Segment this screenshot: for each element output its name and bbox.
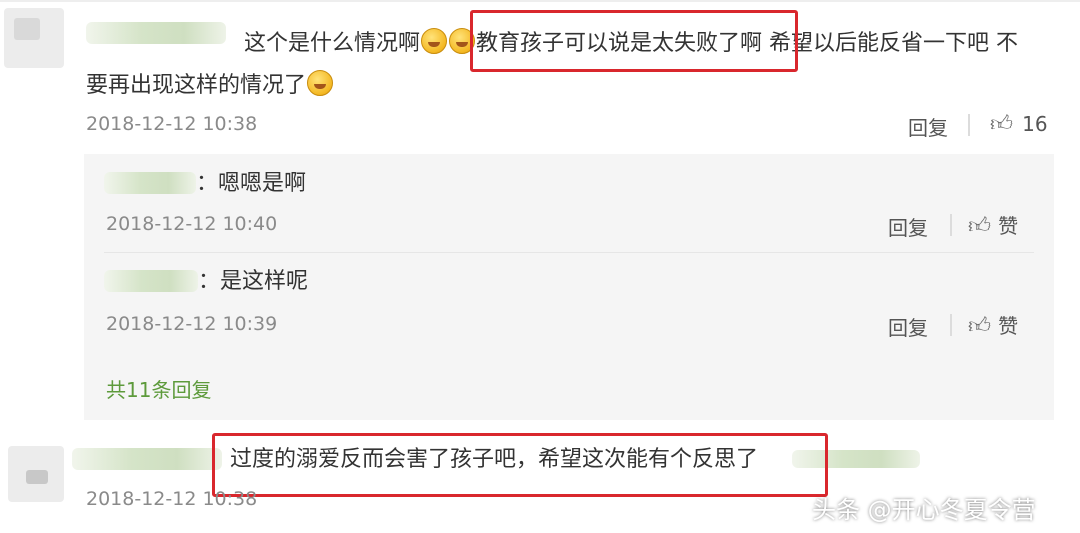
reply-text: ：嗯嗯是啊	[196, 171, 307, 196]
reply-reply-button[interactable]: 回复	[888, 312, 928, 341]
reply-username-blurred[interactable]	[104, 270, 198, 292]
reply-like-button[interactable]: 👍︎ 赞	[968, 310, 1018, 339]
avatar[interactable]	[8, 446, 64, 502]
reply-timestamp: 2018-12-12 10:40	[106, 213, 278, 235]
comment-text-line2: 要再出现这样的情况了	[86, 70, 334, 100]
comment-text-part3: 希望以后能反省一下吧 不	[769, 31, 1019, 56]
reply-text: ：是这样呢	[198, 269, 309, 294]
reply-timestamp: 2018-12-12 10:39	[106, 313, 278, 335]
action-divider	[950, 314, 952, 336]
reply-text-content: 嗯嗯是啊	[218, 171, 307, 196]
thumbs-up-icon: 👍︎	[968, 314, 991, 339]
username-blurred[interactable]	[72, 448, 222, 470]
top-divider	[0, 0, 1080, 2]
reply-button[interactable]: 回复	[908, 112, 948, 141]
thumbs-up-icon: 👍︎	[968, 214, 991, 239]
like-label: 赞	[998, 314, 1019, 338]
comment-text-part1: 这个是什么情况啊	[244, 31, 421, 56]
action-divider	[950, 214, 952, 236]
laughing-emoji-icon	[307, 70, 334, 96]
reply-text-content: 是这样呢	[220, 269, 309, 294]
reply-username-blurred[interactable]	[104, 172, 196, 194]
reply-reply-button[interactable]: 回复	[888, 212, 928, 241]
reply-like-button[interactable]: 👍︎ 赞	[968, 210, 1018, 239]
watermark: 头条 @开心冬夏令营	[812, 496, 1036, 524]
action-divider	[968, 114, 970, 136]
highlight-box	[212, 433, 828, 497]
like-label: 赞	[998, 214, 1019, 238]
like-button[interactable]: 👍︎ 16	[990, 110, 1048, 137]
more-replies-link[interactable]: 共11条回复	[106, 374, 211, 403]
avatar-blur	[26, 470, 48, 484]
comment-timestamp: 2018-12-12 10:38	[86, 113, 258, 135]
comment-text-line2-text: 要再出现这样的情况了	[86, 73, 307, 98]
like-count: 16	[1022, 112, 1048, 136]
avatar[interactable]	[4, 8, 64, 68]
username-blurred[interactable]	[86, 22, 226, 44]
highlight-box	[470, 10, 798, 72]
avatar-blur	[14, 18, 40, 40]
laughing-emoji-icon	[421, 28, 448, 54]
reply-divider	[104, 252, 1034, 253]
comment2-timestamp: 2018-12-12 10:38	[86, 488, 258, 510]
thumbs-up-icon: 👍︎	[990, 112, 1013, 137]
